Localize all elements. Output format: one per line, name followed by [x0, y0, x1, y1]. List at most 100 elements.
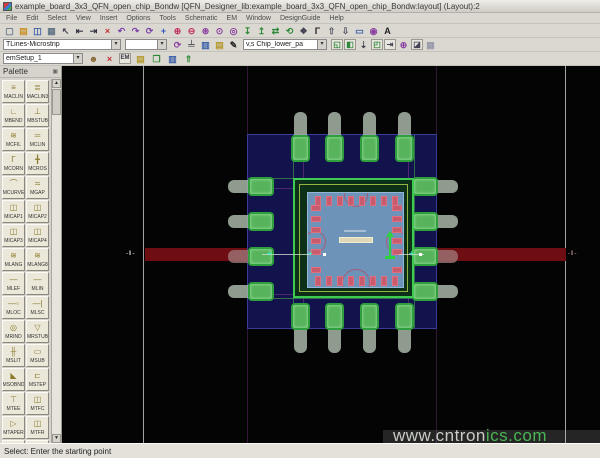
prev-view-icon[interactable]: ⇤ — [73, 25, 86, 37]
palette-item-mgap[interactable]: ≍MGAP — [26, 176, 49, 199]
die-bondpad-bottom[interactable] — [337, 276, 343, 286]
die-bondpad-left[interactable] — [311, 216, 321, 222]
die-bondpad-bottom[interactable] — [370, 276, 376, 286]
push-hierarchy-icon[interactable]: ↧ — [241, 25, 254, 37]
die-bondpad-left[interactable] — [311, 238, 321, 244]
menu-item-em[interactable]: EM — [227, 15, 238, 22]
port-marker-left[interactable]: -‖- — [126, 251, 135, 257]
die-bondpad-bottom[interactable] — [326, 276, 332, 286]
rotate-icon[interactable]: ⟳ — [143, 25, 156, 37]
pin-icon[interactable]: ▣ — [52, 68, 58, 75]
qfn-pad-right[interactable] — [412, 212, 438, 231]
qfn-pad-right[interactable] — [412, 177, 438, 196]
grow-icon[interactable]: ⇑ — [182, 53, 195, 65]
layer-select[interactable]: v,s Chip_lower_pa ▾ — [243, 39, 327, 50]
view-3d-icon[interactable]: ❒ — [150, 53, 163, 65]
zoom-selection-icon[interactable]: ◎ — [227, 25, 240, 37]
palette-item-mloc[interactable]: —◦MLOC — [2, 296, 25, 319]
undo-icon[interactable]: ↶ — [115, 25, 128, 37]
palette-scrollbar[interactable]: ▲ ▼ — [51, 79, 61, 443]
qfn-pad-top[interactable] — [325, 135, 344, 162]
die-bondpad-right[interactable] — [392, 267, 402, 273]
die-bondpad-left[interactable] — [311, 205, 321, 211]
move-icon[interactable]: + — [157, 25, 170, 37]
qfn-pad-left[interactable] — [248, 212, 274, 231]
qfn-pad-right[interactable] — [412, 282, 438, 301]
palette-item-mlang[interactable]: ≋MLANG — [2, 248, 25, 271]
die-bondpad-top[interactable] — [370, 196, 376, 206]
port-cross-marker[interactable]: + — [267, 250, 272, 258]
redo-icon[interactable]: ↷ — [129, 25, 142, 37]
palette-item-mlang8[interactable]: ≋MLANG8 — [26, 248, 49, 271]
qfn-pad-right[interactable] — [412, 247, 438, 266]
ground-icon[interactable]: ╧ — [185, 39, 198, 51]
shape-box-icon[interactable]: ◪ — [411, 39, 423, 50]
die-bondpad-bottom[interactable] — [359, 276, 365, 286]
chip-die[interactable] — [307, 192, 404, 288]
port-go-icon[interactable]: ⇥ — [384, 39, 396, 50]
qfn-pad-bottom[interactable] — [291, 303, 310, 330]
port-cross-marker[interactable]: + — [409, 250, 414, 258]
palette-item-micap2[interactable]: ◫MICAP2 — [26, 200, 49, 223]
palette-item-micap4[interactable]: ◫MICAP4 — [26, 224, 49, 247]
insert-path-icon[interactable]: ⇧ — [325, 25, 338, 37]
qfn-pad-bottom[interactable] — [395, 303, 414, 330]
insert-circle-icon[interactable]: ◉ — [367, 25, 380, 37]
print-icon[interactable]: ▦ — [45, 25, 58, 37]
palette-item-mcros[interactable]: ╋MCROS — [26, 152, 49, 175]
palette-item-wire[interactable]: ∿WIRE — [26, 440, 49, 443]
grid-snap-icon[interactable]: ▦ — [424, 39, 437, 51]
palette-item-mtfc[interactable]: ◫MTFC — [26, 392, 49, 415]
pointer-icon[interactable]: ↖ — [59, 25, 72, 37]
die-bondpad-bottom[interactable] — [381, 276, 387, 286]
substrate-icon[interactable]: ▥ — [166, 53, 179, 65]
palette-item-mlin[interactable]: —MLIN — [26, 272, 49, 295]
qfn-pad-bottom[interactable] — [325, 303, 344, 330]
palette-item-mclin[interactable]: ═MCLIN — [26, 128, 49, 151]
port-marker-right[interactable]: -‖- — [568, 251, 577, 257]
component-palette-select[interactable]: TLines-Microstrip ▾ — [3, 39, 121, 50]
qfn-pad-bottom[interactable] — [360, 303, 379, 330]
die-bondpad-bottom[interactable] — [392, 276, 398, 286]
die-attach-pad[interactable] — [293, 178, 414, 298]
open-folder-icon[interactable]: ▤ — [17, 25, 30, 37]
die-bondpad-bottom[interactable] — [315, 276, 321, 286]
palette-item-maclin3[interactable]: ≣MACLIN3 — [26, 80, 49, 103]
em-stop-icon[interactable]: × — [103, 53, 116, 65]
die-bondpad-right[interactable] — [392, 205, 402, 211]
zoom-out-icon[interactable]: ⊖ — [185, 25, 198, 37]
refresh-icon[interactable]: ⟲ — [283, 25, 296, 37]
insert-via-icon[interactable]: ⟳ — [171, 39, 184, 51]
palette-item-micap3[interactable]: ◫MICAP3 — [2, 224, 25, 247]
menu-item-options[interactable]: Options — [126, 15, 150, 22]
menu-item-tools[interactable]: Tools — [160, 15, 176, 22]
zoom-in-icon[interactable]: ⊕ — [171, 25, 184, 37]
insert-text-icon[interactable]: A — [381, 25, 394, 37]
qfn-package[interactable] — [247, 134, 437, 329]
menu-item-help[interactable]: Help — [329, 15, 343, 22]
qfn-pad-top[interactable] — [395, 135, 414, 162]
zoom-area-icon[interactable]: ⊛ — [199, 25, 212, 37]
insert-polygon-icon[interactable]: ⇩ — [339, 25, 352, 37]
palette-item-mbend[interactable]: ∟MBEND — [2, 104, 25, 127]
die-bondpad-right[interactable] — [392, 238, 402, 244]
em-user-icon[interactable]: ☻ — [87, 53, 100, 65]
new-file-icon[interactable]: ▢ — [3, 25, 16, 37]
swap-view-icon[interactable]: ⇄ — [269, 25, 282, 37]
palette-toggle-icon[interactable]: ▤ — [213, 39, 226, 51]
chevron-down-icon[interactable]: ▾ — [157, 40, 166, 49]
qfn-pad-top[interactable] — [360, 135, 379, 162]
menu-item-window[interactable]: Window — [246, 15, 271, 22]
port-box-icon[interactable]: ◰ — [371, 39, 383, 50]
palette-item-msub[interactable]: ▭MSUB — [26, 344, 49, 367]
palette-item-mtaper[interactable]: ▷MTAPER — [2, 416, 25, 439]
die-bondpad-top[interactable] — [359, 196, 365, 206]
chevron-down-icon[interactable]: ▾ — [73, 54, 82, 63]
scroll-thumb[interactable] — [52, 89, 61, 115]
menu-item-insert[interactable]: Insert — [100, 15, 118, 22]
menu-item-designguide[interactable]: DesignGuide — [280, 15, 320, 22]
die-bondpad-right[interactable] — [392, 227, 402, 233]
layout-canvas[interactable]: -‖- -‖- — [62, 66, 600, 443]
wire-down-icon[interactable]: ⇣ — [357, 39, 370, 51]
insert-pin-icon[interactable]: ◱ — [331, 39, 343, 50]
